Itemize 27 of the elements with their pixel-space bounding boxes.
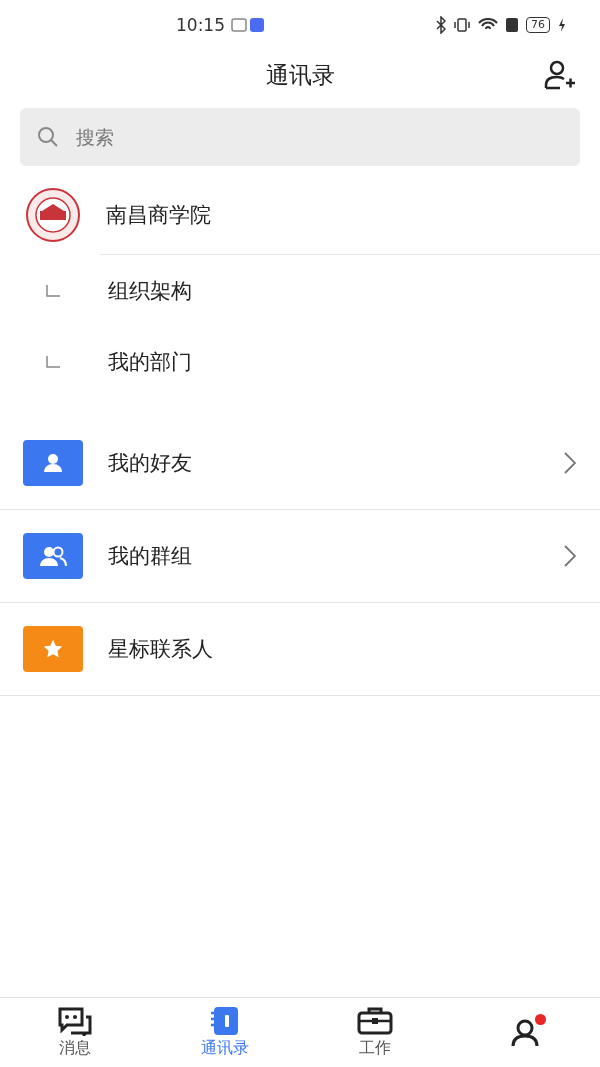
org-item[interactable]: 组织架构 <box>108 276 192 305</box>
battery-level: 76 <box>526 17 550 33</box>
page-title: 通讯录 <box>265 60 335 90</box>
add-contact-icon[interactable] <box>544 60 576 90</box>
org-item[interactable]: 我的部门 <box>108 347 192 376</box>
search-icon <box>36 125 60 149</box>
chat-icon <box>57 1006 93 1036</box>
sim-card-icon <box>506 18 518 32</box>
organization-name[interactable]: 南昌商学院 <box>106 201 211 229</box>
vibrate-icon <box>454 16 470 34</box>
person-icon <box>510 1017 540 1048</box>
status-time: 10:15 <box>176 15 225 35</box>
nav-tab[interactable]: 工作 <box>300 998 450 1067</box>
contact-category[interactable]: 星标联系人 <box>108 635 576 663</box>
wifi-icon <box>478 18 498 32</box>
app-notification-icon <box>231 17 265 33</box>
school-emblem-icon <box>26 188 80 242</box>
tree-branch-icon <box>46 284 60 297</box>
bluetooth-icon <box>436 16 446 34</box>
nav-tab[interactable]: 消息 <box>0 998 150 1067</box>
charging-icon <box>558 18 566 32</box>
search-field[interactable]: 搜索 <box>20 108 580 166</box>
nav-tab[interactable]: 通讯录 <box>150 998 300 1067</box>
contact-category[interactable]: 我的好友 <box>108 449 564 477</box>
contact-category[interactable]: 我的群组 <box>108 542 564 570</box>
briefcase-icon <box>357 1006 393 1036</box>
tree-branch-icon <box>46 355 60 368</box>
